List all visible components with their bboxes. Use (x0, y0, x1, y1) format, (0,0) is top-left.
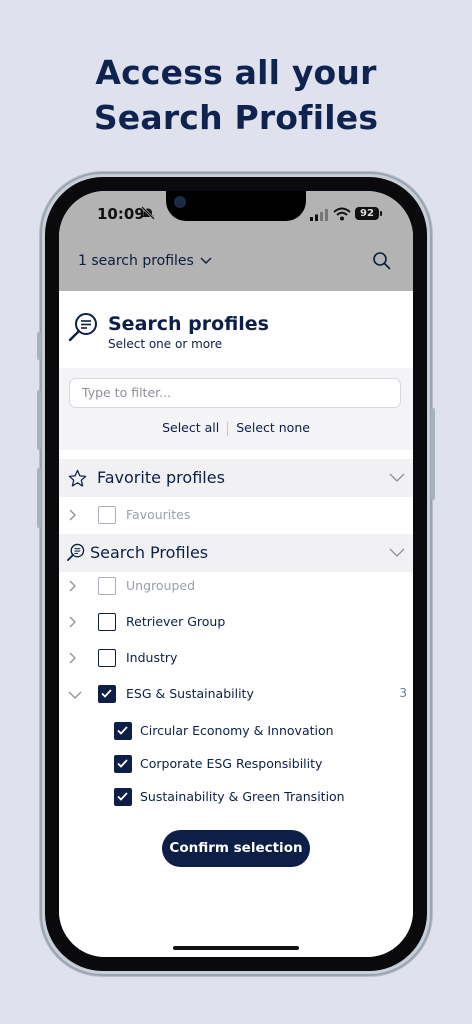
section-title-favorites: Favorite profiles (97, 468, 225, 487)
star-icon (68, 469, 87, 487)
battery-tip (380, 211, 382, 216)
list-item-retriever-group[interactable]: Retriever Group (59, 604, 413, 640)
chevron-right-icon[interactable] (69, 652, 77, 664)
search-profiles-icon (67, 543, 85, 561)
select-links: Select all Select none (59, 420, 413, 436)
status-time: 10:09 (97, 205, 145, 223)
item-label: Sustainability & Green Transition (140, 789, 345, 804)
item-label: Ungrouped (126, 578, 196, 593)
phone-screen: 10:09 92 1 search profiles Search profil… (59, 191, 413, 957)
side-button-power (431, 408, 435, 500)
chevron-right-icon[interactable] (69, 509, 77, 521)
chevron-down-icon (389, 473, 405, 482)
profiles-dropdown-label: 1 search profiles (78, 253, 194, 269)
checkmark-icon (117, 759, 128, 768)
search-profiles-icon (68, 313, 97, 342)
checkbox-esg-sustainability[interactable] (98, 685, 116, 703)
select-all-link[interactable]: Select all (162, 420, 219, 435)
item-label: Retriever Group (126, 614, 226, 629)
item-label: Corporate ESG Responsibility (140, 756, 323, 771)
confirm-selection-button[interactable]: Confirm selection (162, 830, 310, 867)
checkbox-circular-economy[interactable] (114, 722, 132, 740)
chevron-right-icon[interactable] (69, 616, 77, 628)
link-divider (227, 421, 229, 436)
search-icon[interactable] (372, 251, 392, 271)
side-button-silent (37, 332, 41, 360)
headline-line-1: Access all your (95, 53, 377, 92)
list-item-corporate-esg[interactable]: Corporate ESG Responsibility (59, 745, 413, 781)
item-label: Circular Economy & Innovation (140, 723, 334, 738)
checkbox-favourites[interactable] (98, 506, 116, 524)
chevron-down-icon (389, 548, 405, 557)
side-button-volume-down (37, 468, 41, 528)
chevron-right-icon[interactable] (69, 580, 77, 592)
filter-input[interactable]: Type to filter... (69, 378, 401, 408)
battery-indicator: 92 (355, 207, 379, 220)
search-profiles-sheet: Search profiles Select one or more Type … (59, 291, 413, 957)
notch (166, 191, 306, 221)
profiles-dropdown[interactable]: 1 search profiles (78, 253, 212, 269)
filter-panel: Type to filter... Select all Select none (59, 368, 413, 450)
sheet-subtitle: Select one or more (108, 337, 223, 351)
chevron-down-icon[interactable] (68, 691, 82, 699)
front-camera (174, 196, 186, 208)
bell-muted-icon (141, 206, 155, 220)
checkbox-corporate-esg[interactable] (114, 755, 132, 773)
side-button-volume-up (37, 390, 41, 450)
item-label: ESG & Sustainability (126, 686, 254, 701)
checkmark-icon (117, 792, 128, 801)
headline-line-2: Search Profiles (93, 98, 379, 137)
checkmark-icon (101, 689, 112, 698)
item-count-badge: 3 (399, 686, 407, 700)
list-item-favourites[interactable]: Favourites (59, 497, 413, 533)
section-title-search-profiles: Search Profiles (90, 543, 209, 562)
checkbox-ungrouped[interactable] (98, 577, 116, 595)
checkmark-icon (117, 726, 128, 735)
list-item-esg-sustainability[interactable]: ESG & Sustainability 3 (59, 676, 413, 712)
section-header-search-profiles[interactable]: Search Profiles (59, 534, 413, 572)
list-item-green-transition[interactable]: Sustainability & Green Transition (59, 778, 413, 814)
wifi-icon (333, 207, 351, 221)
item-label: Favourites (126, 507, 191, 522)
headline: Access all your Search Profiles (0, 50, 472, 140)
sheet-title: Search profiles (108, 313, 269, 335)
checkbox-industry[interactable] (98, 649, 116, 667)
list-item-industry[interactable]: Industry (59, 640, 413, 676)
item-label: Industry (126, 650, 178, 665)
app-top-bar: 10:09 92 1 search profiles (59, 191, 413, 301)
home-indicator[interactable] (173, 946, 299, 950)
chevron-down-icon (200, 257, 212, 264)
signal-icon (310, 209, 328, 221)
select-none-link[interactable]: Select none (236, 420, 310, 435)
checkbox-green-transition[interactable] (114, 788, 132, 806)
section-header-favorites[interactable]: Favorite profiles (59, 459, 413, 497)
list-item-ungrouped[interactable]: Ungrouped (59, 568, 413, 604)
checkbox-retriever-group[interactable] (98, 613, 116, 631)
list-item-circular-economy[interactable]: Circular Economy & Innovation (59, 712, 413, 748)
